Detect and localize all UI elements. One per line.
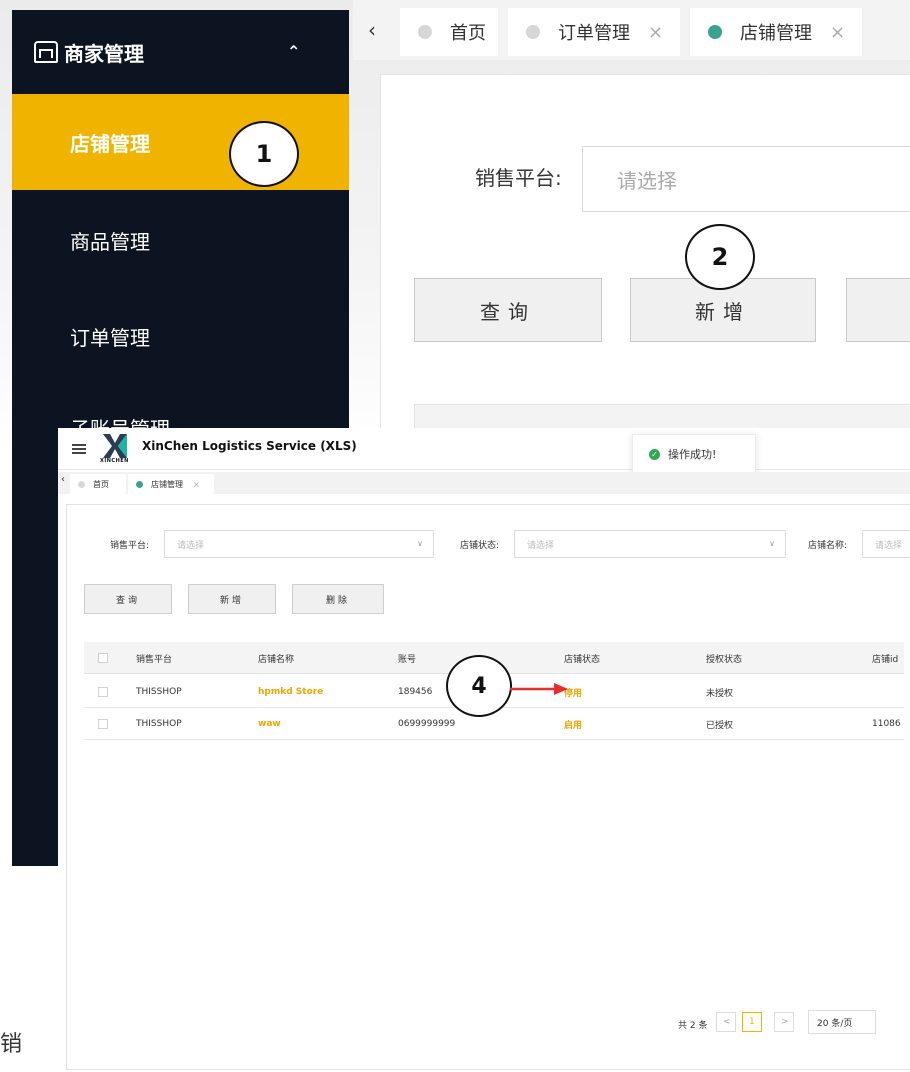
tab-bar: ‹ 首页 店铺管理 ×	[58, 472, 910, 494]
row-checkbox[interactable]	[98, 687, 108, 697]
delete-button[interactable]: 删除	[292, 584, 384, 614]
add-button[interactable]: 新增	[188, 584, 276, 614]
column-header: 销售平台	[136, 654, 173, 665]
app-title: XinChen Logistics Service (XLS)	[142, 439, 357, 453]
row-checkbox[interactable]	[98, 719, 108, 729]
logo-text: XINCHEN	[100, 458, 129, 464]
pagination-prev-button[interactable]: <	[716, 1012, 736, 1032]
shop-name-label: 店铺名称:	[808, 541, 848, 551]
column-header: 店铺状态	[564, 654, 601, 665]
select-placeholder: 请选择	[177, 540, 205, 551]
callout-4: 4	[446, 655, 512, 717]
input-placeholder: 请选择	[875, 540, 903, 551]
shop-status-label: 店铺状态:	[460, 541, 500, 551]
sidebar-item-label: 店铺管理	[70, 131, 150, 156]
delete-button[interactable]	[846, 278, 910, 342]
shop-name-input[interactable]: 请选择	[862, 530, 910, 558]
tab-label: 店铺管理	[740, 23, 812, 44]
app-header: XINCHEN XinChen Logistics Service (XLS)	[58, 428, 910, 470]
sales-platform-label: 销售平台:	[475, 166, 562, 190]
check-circle-icon: ✓	[649, 448, 660, 460]
button-label: 查询	[115, 595, 140, 606]
sidebar-item-order-management[interactable]: 订单管理	[12, 288, 349, 384]
pagination-next-button[interactable]: >	[774, 1012, 794, 1032]
sidebar-item-product-management[interactable]: 商品管理	[12, 192, 349, 288]
callout-2: 2	[685, 224, 755, 290]
pagination-total: 共 2 条	[678, 1021, 708, 1031]
logo-icon	[103, 434, 127, 458]
close-icon[interactable]: ×	[193, 480, 200, 489]
success-toast: ✓ 操作成功!	[632, 434, 756, 474]
page-size-label: 20 条/页	[817, 1018, 853, 1029]
shop-status-select[interactable]: 请选择 ∨	[514, 530, 786, 558]
shop-icon	[34, 41, 58, 63]
tab-dot-icon	[526, 25, 540, 39]
auth-status-cell: 未授权	[706, 688, 734, 699]
sidebar-group-header[interactable]: 商家管理 ⌃	[12, 10, 349, 94]
chevron-left-icon[interactable]: ‹	[368, 18, 376, 42]
account-cell: 189456	[398, 687, 433, 697]
button-label: 新增	[219, 595, 244, 606]
button-label: 删除	[325, 595, 350, 606]
prev-icon: <	[723, 1017, 731, 1027]
sales-platform-select[interactable]: 请选择	[582, 146, 910, 212]
tab-dot-icon	[418, 25, 432, 39]
tab-label: 订单管理	[558, 23, 630, 44]
column-header: 授权状态	[706, 654, 743, 665]
chevron-down-icon: ∨	[417, 539, 423, 548]
select-all-checkbox[interactable]	[98, 653, 108, 663]
column-header: 账号	[398, 654, 417, 665]
sales-platform-select[interactable]: 请选择 ∨	[164, 530, 434, 558]
column-header: 店铺名称	[258, 654, 295, 665]
app-screenshot: XINCHEN XinChen Logistics Service (XLS) …	[58, 428, 910, 1072]
chevron-up-icon: ⌃	[287, 42, 301, 61]
platform-cell: THISSHOP	[136, 687, 182, 697]
query-button[interactable]: 查询	[84, 584, 172, 614]
tab-home[interactable]: 首页	[400, 8, 498, 56]
account-cell: 0699999999	[398, 719, 456, 729]
pagination-page-current[interactable]: 1	[742, 1012, 762, 1032]
tab-label: 店铺管理	[151, 479, 183, 489]
auth-status-cell: 已授权	[706, 720, 734, 731]
tab-label: 首页	[450, 23, 486, 44]
tab-dot-icon	[708, 25, 722, 39]
status-toggle-link[interactable]: 启用	[564, 708, 582, 740]
page-size-select[interactable]: 20 条/页	[808, 1010, 876, 1034]
tab-shop-management[interactable]: 店铺管理 ×	[690, 8, 862, 56]
tab-order-management[interactable]: 订单管理 ×	[508, 8, 680, 56]
sidebar-item-label: 订单管理	[70, 325, 150, 350]
sales-platform-label: 销售平台:	[110, 541, 150, 551]
arrow-right-icon	[510, 683, 568, 695]
callout-1: 1	[229, 121, 299, 187]
close-icon[interactable]: ×	[830, 22, 845, 43]
select-placeholder: 请选择	[527, 540, 555, 551]
close-icon[interactable]: ×	[648, 22, 663, 43]
query-button[interactable]: 查询	[414, 278, 602, 342]
clipped-text: 销	[0, 1032, 23, 1057]
sidebar-item-shop-management[interactable]: 店铺管理	[12, 94, 349, 190]
page-number: 1	[749, 1017, 755, 1027]
select-placeholder: 请选择	[617, 168, 677, 193]
column-header: 店铺id	[872, 654, 899, 665]
next-icon: >	[781, 1017, 789, 1027]
toast-message: 操作成功!	[668, 448, 717, 461]
button-label: 新增	[695, 299, 751, 324]
menu-icon[interactable]	[72, 444, 86, 454]
chevron-left-icon[interactable]: ‹	[61, 474, 65, 485]
shop-name-link[interactable]: hpmkd Store	[258, 676, 323, 708]
chevron-down-icon: ∨	[769, 539, 775, 548]
tab-label: 首页	[93, 479, 109, 489]
platform-cell: THISSHOP	[136, 719, 182, 729]
button-label: 查询	[480, 299, 536, 324]
sidebar-group-label: 商家管理	[64, 41, 144, 66]
tab-shop-management[interactable]: 店铺管理 ×	[128, 474, 214, 494]
tab-dot-icon	[78, 480, 85, 488]
tab-dot-icon	[136, 480, 143, 488]
shop-name-link[interactable]: waw	[258, 708, 281, 740]
tab-home[interactable]: 首页	[70, 474, 126, 494]
shop-id-cell: 11086	[872, 719, 901, 729]
sidebar-item-label: 商品管理	[70, 229, 150, 254]
